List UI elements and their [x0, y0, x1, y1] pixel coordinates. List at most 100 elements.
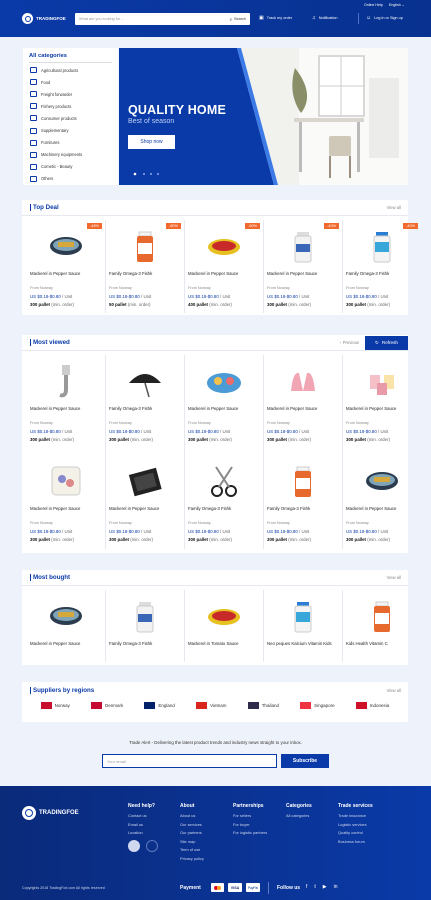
product-card[interactable]: -50% Mackerel in Pepper Sauce From Norway U… — [188, 221, 260, 307]
footer-link[interactable]: All categories — [286, 812, 312, 821]
product-name[interactable]: Family Omega-3 Fishk — [188, 506, 260, 519]
footer-link[interactable]: Business forum — [338, 838, 373, 847]
product-card[interactable]: Kids Health Vitamin C — [346, 591, 418, 654]
product-card[interactable]: Family Omega-3 Fishk — [109, 591, 181, 654]
region-item[interactable]: Denmark — [91, 702, 123, 709]
category-item[interactable]: Machinery equipments — [23, 149, 118, 161]
product-name[interactable]: Mackerel in Pepper Sauce — [188, 406, 260, 419]
region-item[interactable]: Singapore — [300, 702, 335, 709]
product-name[interactable]: Mackerel in Pepper Sauce — [109, 506, 181, 519]
footer-link[interactable]: Our services — [180, 821, 204, 830]
footer-link[interactable]: Location — [128, 829, 155, 838]
product-name[interactable]: Family Omega-3 Fishk — [346, 271, 418, 284]
language-select[interactable]: English ⌄ — [389, 3, 405, 7]
refresh-button[interactable]: ↻ Refresh — [365, 335, 408, 350]
top-deal-view-all[interactable]: View all — [387, 205, 401, 210]
product-name[interactable]: Kids Health Vitamin C — [346, 641, 418, 654]
most-bought-view-all[interactable]: View all — [387, 575, 401, 580]
track-order-link[interactable]: ▣ Track my order — [259, 15, 292, 21]
product-name[interactable]: Mackerel in Pepper Sauce — [346, 406, 418, 419]
online-help-link[interactable]: Online Help — [364, 3, 383, 7]
product-card[interactable]: Family Omega-3 Fishk From Norway US $0.18-… — [267, 456, 339, 542]
product-name[interactable]: Mackerel in Pepper Sauce — [30, 406, 102, 419]
product-name[interactable]: Mackerel in Pepper Sauce — [30, 271, 102, 284]
product-name[interactable]: Mackerel in Pepper Sauce — [346, 506, 418, 519]
region-item[interactable]: Thailand — [247, 702, 279, 709]
footer-link[interactable]: Trade insurance — [338, 812, 373, 821]
category-item[interactable]: Fishery products — [23, 100, 118, 112]
search-bar[interactable]: What are you looking for ... ⌕ Search — [75, 13, 250, 25]
hero-banner[interactable]: QUALITY HOME Best of season Shop now — [119, 48, 408, 185]
footer-link[interactable]: Contact us — [128, 812, 155, 821]
facebook-icon[interactable]: f — [306, 884, 307, 890]
product-card[interactable]: Mackerel in Pepper Sauce From Norway US $0… — [30, 356, 102, 442]
twitter-icon[interactable]: t — [314, 884, 315, 890]
category-item[interactable]: Food — [23, 76, 118, 88]
product-card[interactable]: -80% Family Omega-3 Fishk From Norway US $0… — [109, 221, 181, 307]
category-item[interactable]: Supplementary — [23, 124, 118, 136]
footer-link[interactable]: Our partners — [180, 829, 204, 838]
region-item[interactable]: Norway — [40, 702, 70, 709]
previous-button[interactable]: ‹ Previous — [340, 340, 359, 345]
product-name[interactable]: Mackerel in Pepper Sauce — [267, 271, 339, 284]
footer-link[interactable]: Email us — [128, 821, 155, 830]
footer-link[interactable]: Quality control — [338, 829, 373, 838]
product-name[interactable]: Mackerel in Pepper Sauce — [188, 271, 260, 284]
product-card[interactable]: -40% Family Omega-3 Fishk From Norway US $0… — [346, 221, 418, 307]
product-name[interactable]: Mackerel in Pepper Sauce — [30, 506, 102, 519]
login-link[interactable]: ☺ Log in or Sign up — [366, 15, 403, 21]
chevron-down-icon: ⌄ — [401, 3, 405, 7]
footer-link[interactable]: For logistic partners — [233, 829, 267, 838]
region-item[interactable]: England — [144, 702, 175, 709]
product-card[interactable]: -40% Mackerel in Pepper Sauce From Norway U… — [267, 221, 339, 307]
category-item[interactable]: Agricultural products — [23, 64, 118, 76]
product-card[interactable]: Mackerel in Pepper Sauce From Norway US $0… — [109, 456, 181, 542]
youtube-icon[interactable]: ▶ — [323, 884, 327, 890]
footer-link[interactable]: For sellers — [233, 812, 267, 821]
footer-link[interactable]: Privacy policy — [180, 855, 204, 864]
region-item[interactable]: Indonesia — [355, 702, 389, 709]
product-card[interactable]: Mackerel in Pepper Sauce — [30, 591, 102, 654]
product-card[interactable]: Mackerel in Pepper Sauce From Norway US $0… — [267, 356, 339, 442]
product-card[interactable]: Mackerel in Pepper Sauce From Norway US $0… — [346, 356, 418, 442]
notification-link[interactable]: ♫ Notification — [312, 15, 338, 21]
product-name[interactable]: Family Omega-3 Fishk — [109, 271, 181, 284]
linkedin-icon[interactable]: in — [334, 884, 338, 890]
category-item[interactable]: Freight forwarder — [23, 88, 118, 100]
footer-link[interactable]: Logistic services — [338, 821, 373, 830]
product-name[interactable]: Family Omega-3 Fishk — [109, 641, 181, 654]
footer-link[interactable]: For buyer — [233, 821, 267, 830]
footer-logo[interactable]: TRADINGFOE — [22, 806, 79, 820]
suppliers-view-all[interactable]: View all — [387, 688, 401, 693]
product-card[interactable]: Neo peques Kalcium Vitamin Kids — [267, 591, 339, 654]
footer-link[interactable]: About us — [180, 812, 204, 821]
search-button[interactable]: ⌕ Search — [229, 17, 250, 22]
moq-value: 300 pallet — [30, 302, 51, 307]
category-item[interactable]: Consumer products — [23, 112, 118, 124]
shop-now-button[interactable]: Shop now — [128, 135, 175, 149]
product-image — [346, 456, 418, 506]
category-item[interactable]: Cometic - Beauty — [23, 161, 118, 173]
footer-link[interactable]: Term of use — [180, 846, 204, 855]
product-card[interactable]: Mackerel in Pepper Sauce From Norway US $0… — [30, 456, 102, 542]
search-input[interactable]: What are you looking for ... — [75, 17, 229, 21]
product-name[interactable]: Mackerel in Tomato Sauce — [188, 641, 260, 654]
product-name[interactable]: Neo peques Kalcium Vitamin Kids — [267, 641, 339, 654]
product-card[interactable]: Mackerel in Pepper Sauce From Norway US $0… — [188, 356, 260, 442]
product-name[interactable]: Family Omega-3 Fishk — [267, 506, 339, 519]
product-name[interactable]: Mackerel in Pepper Sauce — [30, 641, 102, 654]
subscribe-button[interactable]: Subscribe — [281, 754, 329, 768]
product-card[interactable]: -48% Mackerel in Pepper Sauce From Norway U… — [30, 221, 102, 307]
category-item[interactable]: Furnitures — [23, 137, 118, 149]
product-card[interactable]: Mackerel in Tomato Sauce — [188, 591, 260, 654]
product-card[interactable]: Family Omega-3 Fishk From Norway US $0.18-… — [109, 356, 181, 442]
header-logo[interactable]: TRADINGFOE — [22, 13, 66, 24]
region-item[interactable]: Vietnam — [196, 702, 227, 709]
footer-link[interactable]: Site map — [180, 838, 204, 847]
category-item[interactable]: Others — [23, 173, 118, 185]
product-card[interactable]: Family Omega-3 Fishk From Norway US $0.18-… — [188, 456, 260, 542]
product-card[interactable]: Mackerel in Pepper Sauce From Norway US $0… — [346, 456, 418, 542]
product-name[interactable]: Family Omega-3 Fishk — [109, 406, 181, 419]
newsletter-email-input[interactable]: Your email — [102, 754, 277, 768]
product-name[interactable]: Mackerel in Pepper Sauce — [267, 406, 339, 419]
